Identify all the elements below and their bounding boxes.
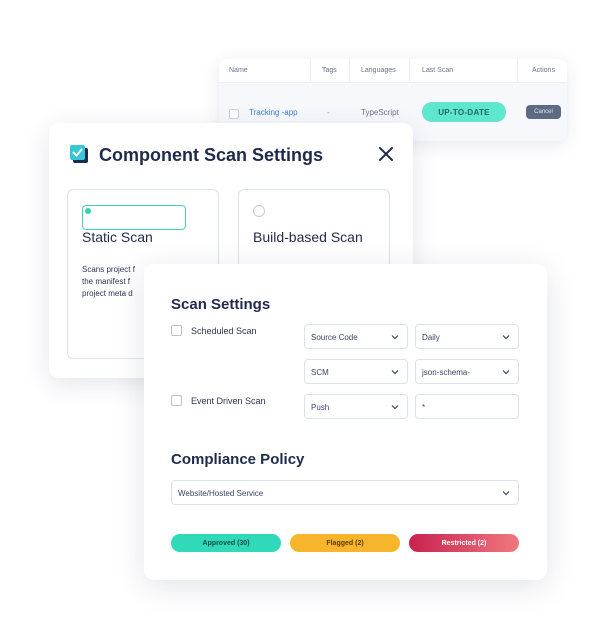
select-value: json-schema- [422, 368, 471, 377]
chevron-down-icon [502, 370, 510, 375]
header-tags: Tags [322, 67, 337, 74]
description-line: project meta d [82, 289, 133, 298]
row-checkbox[interactable] [229, 109, 239, 119]
event-driven-scan-checkbox[interactable] [171, 395, 182, 406]
header-last-scan: Last Scan [422, 67, 454, 74]
close-icon[interactable] [376, 144, 396, 164]
status-badge: UP-TO-DATE [422, 102, 506, 122]
frequency-select[interactable]: Daily [415, 324, 519, 349]
row-language: TypeScript [361, 108, 399, 117]
header-languages: Languages [361, 67, 396, 74]
pattern-input[interactable]: * [415, 394, 519, 419]
event-driven-scan-label: Event Driven Scan [191, 396, 266, 406]
row-name-link[interactable]: Tracking -app [249, 108, 298, 117]
option-title: Static Scan [82, 229, 153, 245]
select-value: Website/Hosted Service [178, 489, 264, 498]
chevron-down-icon [391, 405, 399, 410]
restricted-badge[interactable]: Restricted (2) [409, 534, 519, 552]
format-select[interactable]: json-schema- [415, 359, 519, 384]
table-header: Name Tags Languages Last Scan Actions [219, 59, 567, 83]
description-line: Scans project f [82, 265, 135, 274]
static-scan-radio[interactable] [82, 205, 186, 230]
input-value: * [422, 403, 426, 412]
description-line: the manifest f [82, 277, 131, 286]
trigger-select[interactable]: Push [304, 394, 408, 419]
chevron-down-icon [502, 491, 510, 496]
dialog-title: Component Scan Settings [99, 145, 324, 165]
select-value: Source Code [311, 333, 358, 342]
row-tags: - [327, 108, 330, 117]
option-title: Build-based Scan [253, 229, 363, 245]
chevron-down-icon [502, 335, 510, 340]
chevron-down-icon [391, 335, 399, 340]
select-value: Push [311, 403, 330, 412]
scan-settings-panel: Scan Settings Scheduled Scan Source Code… [144, 264, 547, 580]
option-description: Scans project f the manifest f project m… [82, 264, 148, 304]
flagged-badge[interactable]: Flagged (2) [290, 534, 400, 552]
select-value: Daily [422, 333, 440, 342]
scheduled-scan-label: Scheduled Scan [191, 326, 257, 336]
checklist-icon [70, 145, 88, 163]
select-value: SCM [311, 368, 329, 377]
approved-badge[interactable]: Approved (30) [171, 534, 281, 552]
scheduled-scan-checkbox[interactable] [171, 325, 182, 336]
header-actions: Actions [532, 67, 555, 74]
header-name: Name [229, 67, 248, 74]
cancel-button[interactable]: Cancel [526, 105, 561, 119]
chevron-down-icon [391, 370, 399, 375]
provider-select[interactable]: SCM [304, 359, 408, 384]
compliance-policy-title: Compliance Policy [171, 451, 305, 468]
build-based-scan-option[interactable]: Build-based Scan [238, 189, 390, 269]
source-select[interactable]: Source Code [304, 324, 408, 349]
policy-select[interactable]: Website/Hosted Service [171, 480, 519, 505]
build-scan-radio[interactable] [253, 205, 265, 217]
scan-settings-title: Scan Settings [171, 296, 271, 313]
